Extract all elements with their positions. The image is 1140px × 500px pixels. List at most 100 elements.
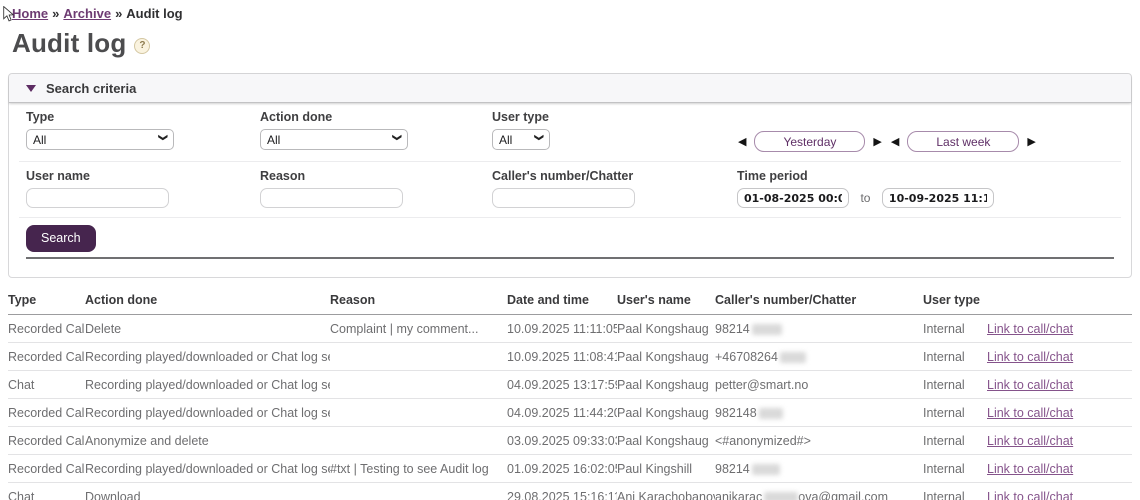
redacted-blur	[759, 408, 783, 419]
cell-reason	[330, 371, 507, 399]
cell-link: Link to call/chat	[987, 315, 1132, 343]
cell-link: Link to call/chat	[987, 483, 1132, 500]
user-name-input[interactable]	[26, 188, 169, 208]
cell-reason	[330, 343, 507, 371]
cell-user: Paul Kingshill	[617, 455, 715, 483]
breadcrumb-separator: »	[115, 6, 122, 21]
user-type-label: User type	[492, 110, 737, 124]
link-to-call-chat[interactable]: Link to call/chat	[987, 406, 1073, 420]
cell-datetime: 04.09.2025 13:17:59	[507, 371, 617, 399]
cell-user: Paal Kongshaug	[617, 427, 715, 455]
table-row: Recorded CallsAnonymize and delete03.09.…	[8, 427, 1132, 455]
lastweek-next-arrow[interactable]: ▶	[1026, 135, 1036, 148]
cell-datetime: 01.09.2025 16:02:05	[507, 455, 617, 483]
cell-datetime: 10.09.2025 11:11:05	[507, 315, 617, 343]
cell-link: Link to call/chat	[987, 343, 1132, 371]
col-caller-number: Caller's number/Chatter	[715, 288, 923, 315]
search-criteria-label: Search criteria	[46, 81, 136, 96]
yesterday-prev-arrow[interactable]: ◀	[737, 135, 747, 148]
help-icon[interactable]: ?	[134, 38, 150, 54]
col-users-name: User's name	[617, 288, 715, 315]
yesterday-button[interactable]: Yesterday	[754, 131, 865, 152]
page-title: Audit log	[12, 28, 126, 59]
audit-log-table: Type Action done Reason Date and time Us…	[8, 288, 1132, 500]
cell-user-type: Internal	[923, 343, 987, 371]
mouse-cursor-icon	[2, 6, 15, 23]
col-link	[987, 288, 1132, 315]
table-row: ChatDownload29.08.2025 15:16:11Ani Karac…	[8, 483, 1132, 500]
cell-type: Chat	[8, 371, 85, 399]
cell-user-type: Internal	[923, 315, 987, 343]
cell-action: Recording played/downloaded or Chat log …	[85, 343, 330, 371]
table-header-row: Type Action done Reason Date and time Us…	[8, 288, 1132, 315]
cell-type: Recorded Calls	[8, 399, 85, 427]
link-to-call-chat[interactable]: Link to call/chat	[987, 434, 1073, 448]
link-to-call-chat[interactable]: Link to call/chat	[987, 462, 1073, 476]
cell-reason	[330, 427, 507, 455]
lastweek-prev-arrow[interactable]: ◀	[890, 135, 900, 148]
yesterday-next-arrow[interactable]: ▶	[872, 135, 882, 148]
cell-user: Ani Karachobanova	[617, 483, 715, 500]
type-select-wrap: All	[26, 129, 174, 150]
cell-type: Chat	[8, 483, 85, 500]
cell-caller: 98214	[715, 315, 923, 343]
cell-user: Paal Kongshaug	[617, 399, 715, 427]
redacted-blur	[780, 352, 806, 363]
cell-type: Recorded Calls	[8, 315, 85, 343]
search-criteria-panel: Search criteria Type All Action done All…	[8, 73, 1132, 278]
time-period-label: Time period	[737, 169, 1131, 183]
caller-number-label: Caller's number/Chatter	[492, 169, 737, 183]
table-row: ChatRecording played/downloaded or Chat …	[8, 371, 1132, 399]
table-row: Recorded CallsRecording played/downloade…	[8, 343, 1132, 371]
audit-table-body: Recorded CallsDeleteComplaint | my comme…	[8, 315, 1132, 500]
cell-datetime: 04.09.2025 11:44:20	[507, 399, 617, 427]
breadcrumb-separator: »	[52, 6, 59, 21]
table-row: Recorded CallsRecording played/downloade…	[8, 455, 1132, 483]
reason-label: Reason	[260, 169, 492, 183]
cell-type: Recorded Calls	[8, 343, 85, 371]
breadcrumb-current: Audit log	[126, 6, 182, 21]
cell-caller: anikaracova@gmail.com	[715, 483, 923, 500]
cell-link: Link to call/chat	[987, 427, 1132, 455]
cell-action: Recording played/downloaded or Chat log …	[85, 455, 330, 483]
cell-type: Recorded Calls	[8, 455, 85, 483]
search-button[interactable]: Search	[26, 225, 96, 252]
table-row: Recorded CallsRecording played/downloade…	[8, 399, 1132, 427]
user-type-select[interactable]: All	[492, 129, 550, 150]
cell-caller: 982148	[715, 399, 923, 427]
cell-action: Recording played/downloaded or Chat log …	[85, 371, 330, 399]
link-to-call-chat[interactable]: Link to call/chat	[987, 378, 1073, 392]
cell-link: Link to call/chat	[987, 399, 1132, 427]
search-criteria-header[interactable]: Search criteria	[9, 74, 1131, 103]
user-name-label: User name	[26, 169, 260, 183]
last-week-button[interactable]: Last week	[907, 131, 1019, 152]
reason-input[interactable]	[260, 188, 403, 208]
cell-action: Delete	[85, 315, 330, 343]
collapse-triangle-icon	[26, 85, 36, 92]
cell-reason: Complaint | my comment...	[330, 315, 507, 343]
cell-action: Recording played/downloaded or Chat log …	[85, 399, 330, 427]
user-type-select-wrap: All	[492, 129, 550, 150]
cell-user-type: Internal	[923, 371, 987, 399]
col-action-done: Action done	[85, 288, 330, 315]
cell-link: Link to call/chat	[987, 455, 1132, 483]
breadcrumb-archive-link[interactable]: Archive	[63, 6, 111, 21]
cell-caller: 98214	[715, 455, 923, 483]
time-period-to-input[interactable]	[882, 188, 994, 208]
cell-user: Paal Kongshaug	[617, 371, 715, 399]
action-done-select-wrap: All	[260, 129, 408, 150]
cell-reason	[330, 399, 507, 427]
link-to-call-chat[interactable]: Link to call/chat	[987, 322, 1073, 336]
type-select[interactable]: All	[26, 129, 174, 150]
cell-datetime: 10.09.2025 11:08:41	[507, 343, 617, 371]
cell-type: Recorded Calls	[8, 427, 85, 455]
table-row: Recorded CallsDeleteComplaint | my comme…	[8, 315, 1132, 343]
cell-user-type: Internal	[923, 455, 987, 483]
link-to-call-chat[interactable]: Link to call/chat	[987, 490, 1073, 500]
caller-number-input[interactable]	[492, 188, 635, 208]
link-to-call-chat[interactable]: Link to call/chat	[987, 350, 1073, 364]
cell-user-type: Internal	[923, 427, 987, 455]
action-done-select[interactable]: All	[260, 129, 408, 150]
time-period-from-input[interactable]	[737, 188, 849, 208]
breadcrumb-home-link[interactable]: Home	[12, 6, 48, 21]
